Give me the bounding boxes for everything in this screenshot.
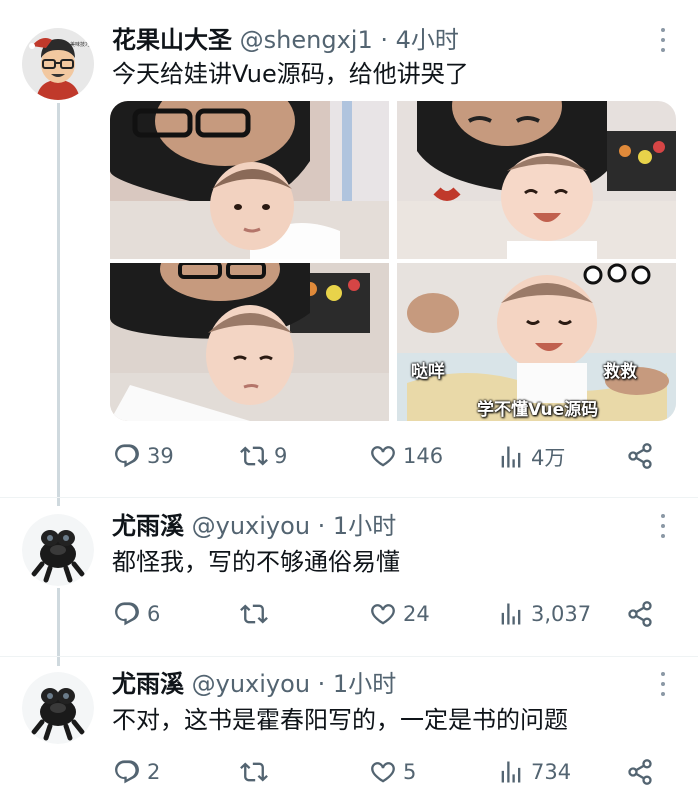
- handle[interactable]: @yuxiyou: [192, 670, 310, 698]
- reply-icon: [113, 758, 141, 786]
- handle[interactable]: @yuxiyou: [192, 512, 310, 540]
- tweet-text: 今天给娃讲Vue源码，给他讲哭了: [112, 60, 469, 88]
- media-grid[interactable]: 哒咩 救救 学不懂Vue源码: [110, 101, 676, 421]
- photo[interactable]: 哒咩 救救 学不懂Vue源码: [397, 263, 676, 421]
- views-button[interactable]: 4万: [497, 442, 565, 472]
- tweet-header: 尤雨溪 @yuxiyou · 1小时: [112, 510, 396, 542]
- reply-button[interactable]: 2: [113, 758, 160, 786]
- views-count: 4万: [531, 446, 566, 470]
- views-icon: [497, 600, 525, 628]
- tweet-text: 都怪我，写的不够通俗易懂: [112, 548, 400, 576]
- like-icon: [369, 600, 397, 628]
- timestamp[interactable]: · 1小时: [318, 670, 397, 698]
- sticker-caption: 哒咩: [411, 362, 445, 382]
- avatar[interactable]: [22, 514, 94, 586]
- like-icon: [369, 758, 397, 786]
- reply-icon: [113, 600, 141, 628]
- tweet-header: 花果山大圣 @shengxj1 · 4小时: [112, 24, 459, 56]
- views-icon: [497, 758, 525, 786]
- avatar[interactable]: [22, 672, 94, 744]
- photo[interactable]: [110, 263, 389, 421]
- retweet-button[interactable]: [240, 758, 274, 786]
- display-name[interactable]: 尤雨溪: [112, 670, 184, 698]
- share-icon: [626, 600, 654, 628]
- photo[interactable]: [397, 101, 676, 259]
- like-count: 5: [403, 760, 417, 784]
- reply-count: 39: [147, 444, 174, 468]
- retweet-button[interactable]: 9: [240, 442, 287, 470]
- views-button[interactable]: 3,037: [497, 600, 591, 628]
- more-icon[interactable]: [652, 672, 674, 696]
- reply-count: 2: [147, 760, 161, 784]
- reply-button[interactable]: 39: [113, 442, 174, 470]
- photo[interactable]: [110, 101, 389, 259]
- share-icon: [626, 758, 654, 786]
- like-button[interactable]: 5: [369, 758, 416, 786]
- like-icon: [369, 442, 397, 470]
- retweet-icon: [240, 758, 268, 786]
- share-icon: [626, 442, 654, 470]
- thread-connector: [57, 588, 60, 666]
- like-count: 146: [403, 444, 444, 468]
- like-count: 24: [403, 602, 430, 626]
- share-button[interactable]: [626, 600, 654, 628]
- reply-icon: [113, 442, 141, 470]
- views-button[interactable]: 734: [497, 758, 571, 786]
- timestamp[interactable]: · 1小时: [318, 512, 397, 540]
- views-count: 3,037: [531, 602, 592, 626]
- tweet-text: 不对，这书是霍春阳写的，一定是书的问题: [112, 706, 568, 734]
- retweet-count: 9: [274, 444, 288, 468]
- like-button[interactable]: 146: [369, 442, 443, 470]
- thread-connector: [57, 103, 60, 506]
- avatar[interactable]: 美味技巧: [22, 28, 94, 100]
- retweet-icon: [240, 442, 268, 470]
- views-icon: [497, 443, 525, 471]
- display-name[interactable]: 尤雨溪: [112, 512, 184, 540]
- tweet-header: 尤雨溪 @yuxiyou · 1小时: [112, 668, 396, 700]
- retweet-button[interactable]: [240, 600, 274, 628]
- share-button[interactable]: [626, 442, 654, 470]
- sticker-caption: 学不懂Vue源码: [477, 400, 599, 420]
- share-button[interactable]: [626, 758, 654, 786]
- more-icon[interactable]: [652, 28, 674, 52]
- divider: [0, 656, 698, 657]
- reply-button[interactable]: 6: [113, 600, 160, 628]
- more-icon[interactable]: [652, 514, 674, 538]
- like-button[interactable]: 24: [369, 600, 430, 628]
- handle[interactable]: @shengxj1: [240, 26, 373, 54]
- timestamp[interactable]: · 4小时: [380, 26, 459, 54]
- avatar-caption: 美味技巧: [70, 41, 90, 48]
- views-count: 734: [531, 760, 572, 784]
- retweet-icon: [240, 600, 268, 628]
- sticker-caption: 救救: [603, 362, 637, 382]
- reply-count: 6: [147, 602, 161, 626]
- divider: [0, 497, 698, 498]
- display-name[interactable]: 花果山大圣: [112, 26, 232, 54]
